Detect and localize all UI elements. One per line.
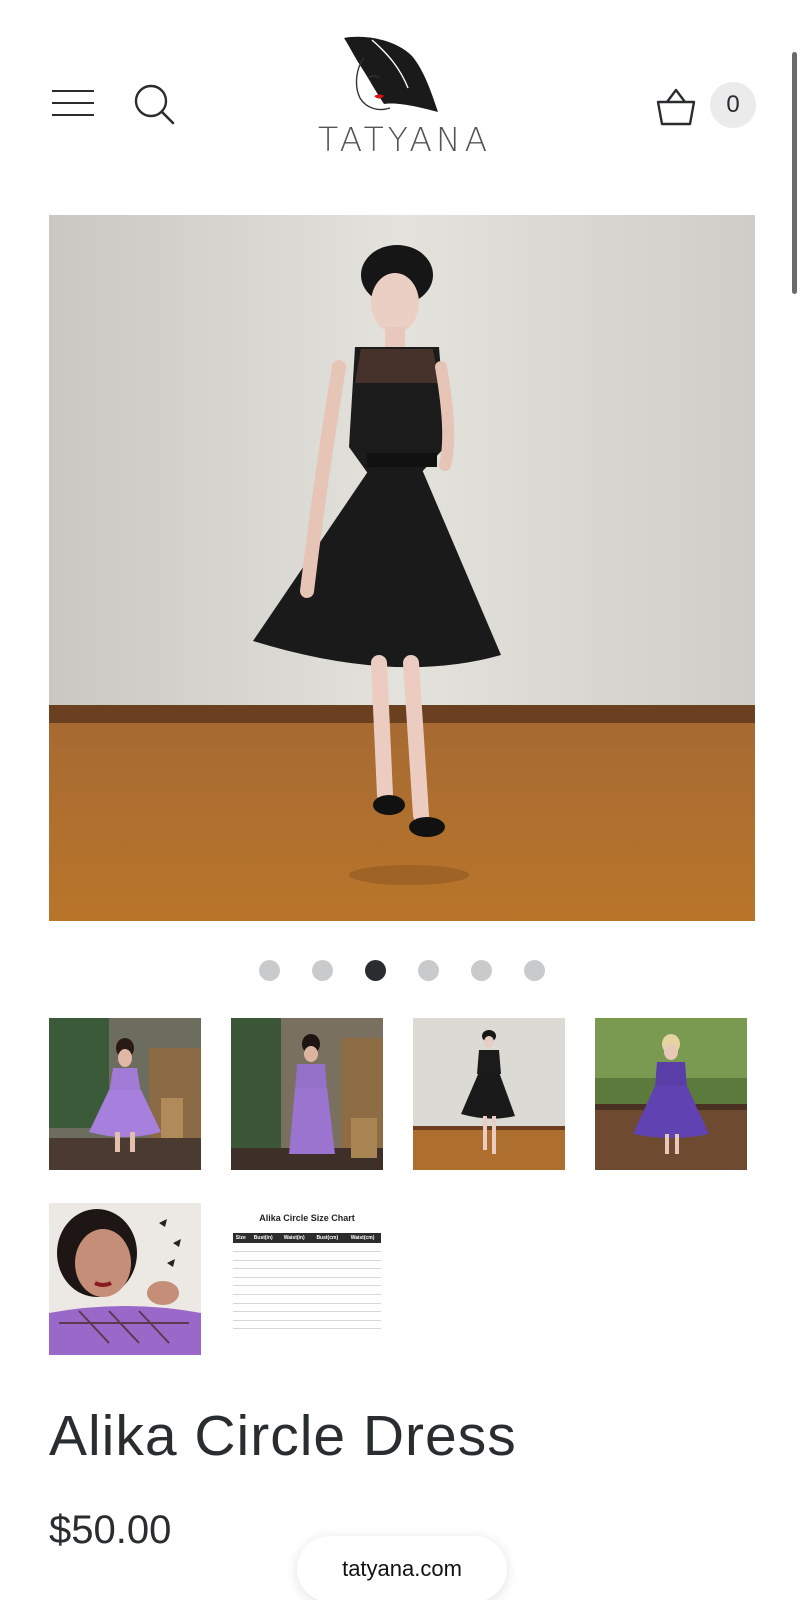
carousel-dot[interactable] <box>524 960 545 981</box>
thumbnail-image[interactable] <box>49 1018 201 1170</box>
carousel-dot[interactable] <box>418 960 439 981</box>
thumbnail-image[interactable] <box>231 1018 383 1170</box>
logo-text: TATYANA <box>318 120 492 159</box>
size-chart-thumbnail[interactable]: Alika Circle Size Chart Size Bust(in) Wa… <box>231 1203 383 1355</box>
cart-basket-icon[interactable] <box>654 84 698 128</box>
site-header: TATYANA 0 <box>0 0 804 190</box>
thumbnail-image[interactable] <box>49 1203 201 1355</box>
menu-icon[interactable] <box>52 86 94 120</box>
size-chart-header: Size <box>233 1233 249 1243</box>
product-title: Alika Circle Dress <box>49 1404 517 1468</box>
cart-count-badge[interactable]: 0 <box>710 82 756 128</box>
size-chart-header: Bust(in) <box>248 1233 278 1243</box>
main-product-image[interactable] <box>49 215 755 921</box>
thumbnail-image[interactable] <box>595 1018 747 1170</box>
size-chart-header: Waist(cm) <box>344 1233 381 1243</box>
size-chart-table: Size Bust(in) Waist(in) Bust(cm) Waist(c… <box>233 1233 381 1330</box>
carousel-dots <box>0 960 804 982</box>
size-chart-header: Bust(cm) <box>310 1233 345 1243</box>
thumbnail-image[interactable] <box>413 1018 565 1170</box>
site-logo[interactable]: TATYANA <box>318 34 492 164</box>
search-icon[interactable] <box>132 82 176 126</box>
product-price: $50.00 <box>49 1508 172 1552</box>
browser-url-bar[interactable]: tatyana.com <box>297 1536 507 1600</box>
size-chart-title: Alika Circle Size Chart <box>259 1213 355 1223</box>
page-scrollbar[interactable] <box>792 52 797 294</box>
carousel-dot[interactable] <box>312 960 333 981</box>
carousel-dot[interactable] <box>259 960 280 981</box>
logo-icon <box>344 36 438 112</box>
carousel-dot[interactable] <box>471 960 492 981</box>
carousel-dot-active[interactable] <box>365 960 386 981</box>
size-chart-header: Waist(in) <box>277 1233 311 1243</box>
